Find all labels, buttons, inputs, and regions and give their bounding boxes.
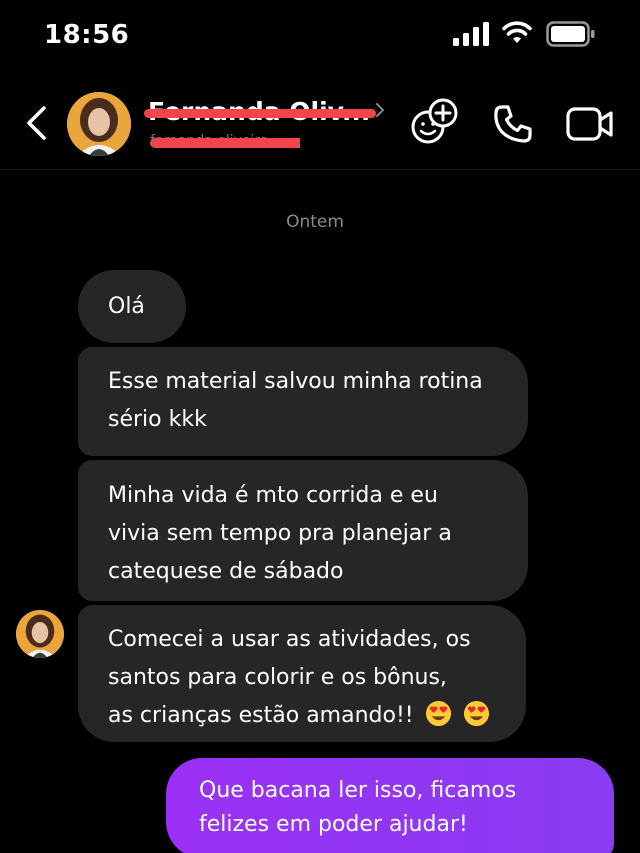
message-line: Esse material salvou minha rotina bbox=[108, 369, 483, 394]
status-time: 18:56 bbox=[44, 20, 130, 50]
incoming-message[interactable]: Minha vida é mto corrida e eu vivia sem … bbox=[78, 460, 528, 601]
message-line: vivia sem tempo pra planejar a bbox=[108, 521, 452, 546]
message-line-with-emoji: as crianças estão amando!! bbox=[108, 697, 498, 735]
phone-call-icon[interactable] bbox=[492, 103, 534, 145]
wifi-icon bbox=[502, 21, 532, 43]
incoming-message[interactable]: Olá bbox=[78, 270, 186, 343]
contact-avatar[interactable] bbox=[67, 92, 131, 156]
contact-name[interactable]: Fernanda Oliv... bbox=[143, 97, 377, 126]
message-line: Olá bbox=[108, 294, 145, 319]
status-bar: 18:56 bbox=[0, 0, 640, 70]
message-line: Minha vida é mto corrida e eu bbox=[108, 483, 438, 508]
incoming-message[interactable]: Esse material salvou minha rotina sério … bbox=[78, 347, 528, 456]
chevron-right-icon[interactable] bbox=[374, 101, 386, 119]
date-separator: Ontem bbox=[286, 212, 344, 232]
message-line: sério kkk bbox=[108, 407, 207, 432]
message-line: as crianças estão amando!! bbox=[108, 703, 414, 728]
message-line: santos para colorir e os bônus, bbox=[108, 665, 447, 690]
heart-eyes-emoji-icon bbox=[463, 700, 489, 727]
chat-header: Fernanda Oliv... fernanda.oliveira bbox=[0, 75, 640, 170]
message-line: felizes em poder ajudar! bbox=[199, 812, 468, 837]
heart-eyes-emoji-icon bbox=[425, 700, 451, 727]
outgoing-message[interactable]: Que bacana ler isso, ficamos felizes em … bbox=[166, 758, 614, 853]
sender-avatar[interactable] bbox=[16, 610, 64, 658]
signal-icon bbox=[453, 22, 489, 46]
add-effect-icon[interactable] bbox=[408, 97, 460, 147]
message-line: Comecei a usar as atividades, os bbox=[108, 627, 471, 652]
incoming-message[interactable]: Comecei a usar as atividades, os santos … bbox=[78, 605, 526, 742]
message-line: Que bacana ler isso, ficamos bbox=[199, 778, 517, 803]
message-line: catequese de sábado bbox=[108, 559, 344, 584]
back-arrow-icon[interactable] bbox=[24, 105, 50, 141]
video-call-icon[interactable] bbox=[566, 105, 614, 143]
battery-icon bbox=[546, 21, 595, 47]
contact-username: fernanda.oliveira bbox=[150, 133, 300, 149]
